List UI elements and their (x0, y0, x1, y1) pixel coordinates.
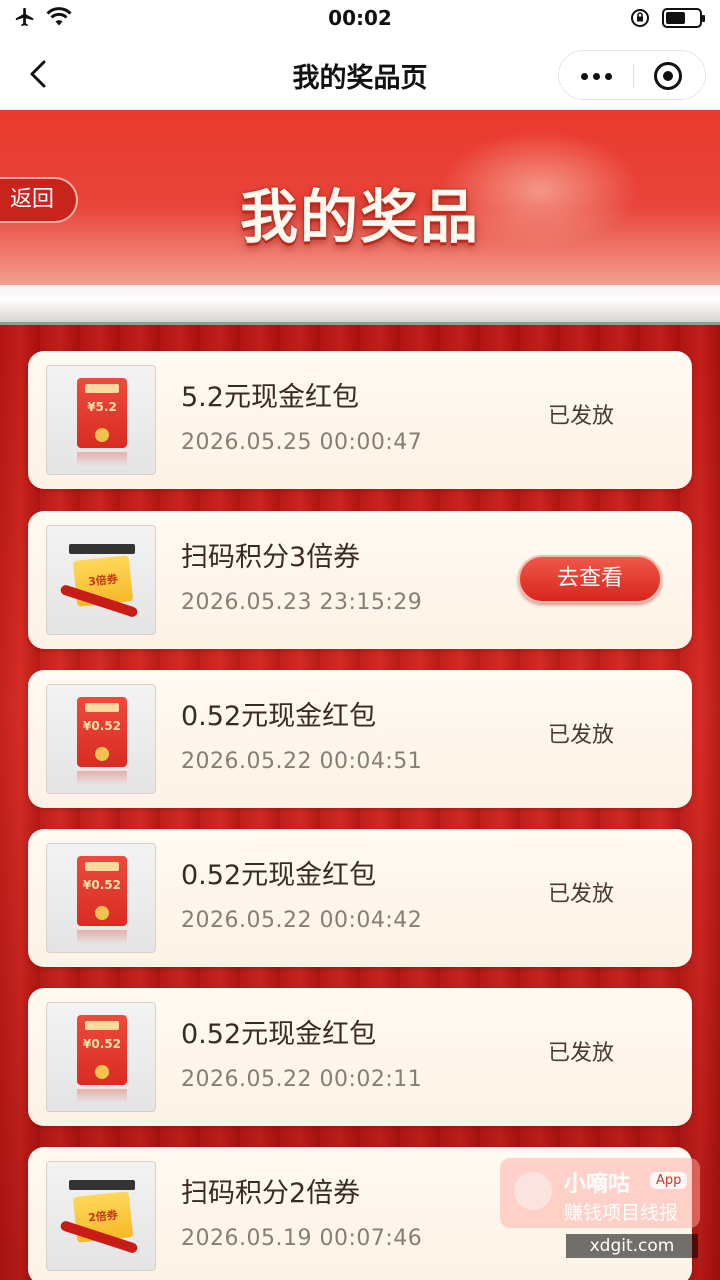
red-envelope-icon: ¥0.52 (46, 1002, 156, 1112)
prize-card: ¥0.52 0.52元现金红包 2026.05.22 00:02:11 已发放 (28, 988, 692, 1126)
prize-card: ¥0.52 0.52元现金红包 2026.05.22 00:04:42 已发放 (28, 829, 692, 967)
watermark-slogan: 赚钱项目线报 (564, 1202, 679, 1224)
prize-card: ¥0.52 0.52元现金红包 2026.05.22 00:04:51 已发放 (28, 670, 692, 808)
prize-status: 已发放 (547, 723, 614, 748)
prize-title: 扫码积分3倍券 (181, 542, 361, 573)
prize-time: 2026.05.22 00:02:11 (181, 1067, 423, 1092)
red-envelope-icon: ¥5.2 (46, 365, 156, 475)
prize-status: 已发放 (547, 882, 614, 907)
prize-title: 0.52元现金红包 (181, 860, 377, 891)
watermark-name: 小嘀咕 (564, 1172, 631, 1197)
battery-fill (666, 12, 686, 24)
prize-title: 0.52元现金红包 (181, 1019, 377, 1050)
prize-title: 0.52元现金红包 (181, 701, 377, 732)
prize-title: 5.2元现金红包 (181, 382, 359, 413)
watermark-badge: 小嘀咕 App 赚钱项目线报 (500, 1158, 700, 1228)
prize-time: 2026.05.19 00:07:46 (181, 1226, 423, 1251)
prize-time: 2026.05.25 00:00:47 (181, 430, 423, 455)
watermark-tag: App (650, 1172, 688, 1189)
banner-title: 我的奖品 (239, 183, 480, 251)
status-time: 00:02 (328, 6, 392, 30)
close-miniprogram-icon[interactable] (631, 51, 705, 101)
prize-time: 2026.05.22 00:04:42 (181, 908, 423, 933)
red-envelope-icon: ¥0.52 (46, 684, 156, 794)
view-button[interactable]: 去查看 (518, 555, 662, 603)
status-right (630, 8, 705, 28)
miniprogram-capsule (558, 50, 706, 100)
coupon-icon: 2倍券 (46, 1161, 156, 1271)
banner-shelf (0, 285, 720, 325)
prize-time: 2026.05.23 23:15:29 (181, 590, 423, 615)
prize-time: 2026.05.22 00:04:51 (181, 749, 423, 774)
status-bar: 00:02 (0, 0, 720, 38)
prize-status: 已发放 (547, 404, 614, 429)
mascot-icon (514, 1172, 552, 1210)
orientation-lock-icon (631, 9, 649, 27)
more-icon[interactable] (559, 51, 633, 101)
prize-title: 扫码积分2倍券 (181, 1178, 361, 1209)
prize-card: 3倍券 扫码积分3倍券 2026.05.23 23:15:29 去查看 (28, 511, 692, 649)
prize-card: ¥5.2 5.2元现金红包 2026.05.25 00:00:47 已发放 (28, 351, 692, 489)
nav-bar: 我的奖品页 (0, 38, 720, 110)
prize-status: 已发放 (547, 1041, 614, 1066)
return-button[interactable]: 返回 (0, 177, 78, 223)
red-envelope-icon: ¥0.52 (46, 843, 156, 953)
coupon-icon: 3倍券 (46, 525, 156, 635)
battery-icon (662, 8, 705, 28)
watermark-url: xdgit.com (566, 1234, 698, 1258)
